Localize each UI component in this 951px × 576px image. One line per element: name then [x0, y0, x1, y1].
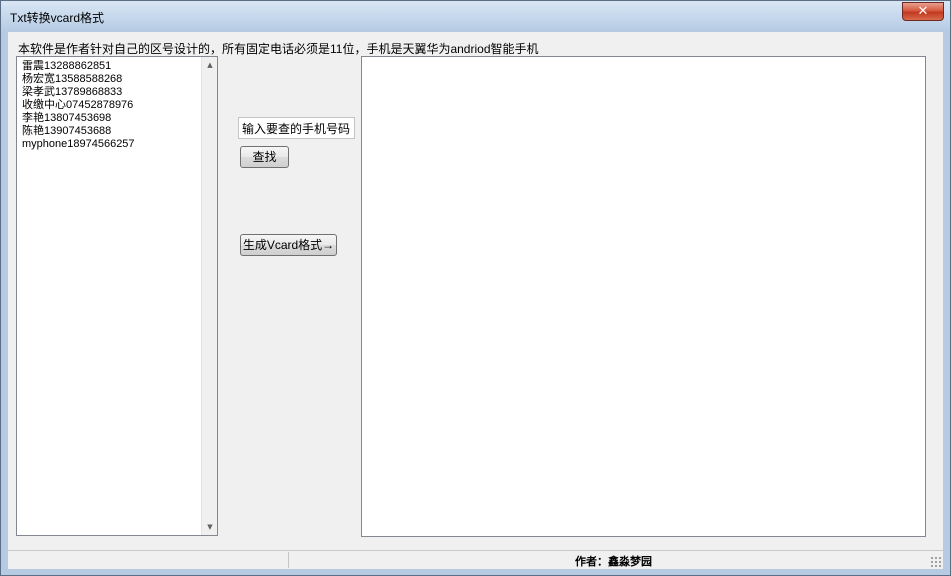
phone-search-input[interactable] [238, 117, 355, 139]
list-item: 李艳13807453698 [22, 112, 112, 124]
list-item: 陈艳13907453688 [22, 125, 112, 137]
vertical-scrollbar[interactable]: ▲ ▼ [201, 57, 217, 535]
status-panel-left [8, 552, 289, 568]
description-label: 本软件是作者针对自己的区号设计的，所有固定电话必须是11位，手机是天翼华为and… [18, 42, 539, 56]
close-button[interactable]: ✕ [902, 2, 944, 21]
title-bar[interactable]: Txt转换vcard格式 ✕ [1, 1, 950, 32]
app-window: Txt转换vcard格式 ✕ 本软件是作者针对自己的区号设计的，所有固定电话必须… [0, 0, 951, 576]
list-item: 梁孝武13789868833 [22, 86, 123, 98]
list-item: 收缴中心07452878976 [22, 99, 134, 111]
list-item: 雷震13288862851 [22, 60, 112, 72]
vcard-output-textarea[interactable] [361, 56, 926, 537]
contact-list-textarea[interactable]: 雷震13288862851 杨宏宽13588588268 梁孝武13789868… [16, 56, 218, 536]
list-item: 杨宏宽13588588268 [22, 73, 123, 85]
scroll-up-arrow-icon[interactable]: ▲ [202, 57, 218, 73]
resize-grip-icon[interactable] [930, 556, 942, 568]
generate-vcard-button[interactable]: 生成Vcard格式→ [240, 234, 337, 256]
contact-lines: 雷震13288862851 杨宏宽13588588268 梁孝武13789868… [22, 60, 135, 151]
scroll-down-arrow-icon[interactable]: ▼ [202, 519, 218, 535]
status-bar: 作者：鑫淼梦园 [8, 550, 943, 569]
list-item: myphone18974566257 [22, 138, 135, 150]
close-icon: ✕ [917, 4, 929, 19]
find-button[interactable]: 查找 [240, 146, 289, 168]
author-label: 作者：鑫淼梦园 [575, 556, 652, 568]
client-area: 本软件是作者针对自己的区号设计的，所有固定电话必须是11位，手机是天翼华为and… [8, 32, 943, 569]
window-title: Txt转换vcard格式 [10, 11, 105, 25]
